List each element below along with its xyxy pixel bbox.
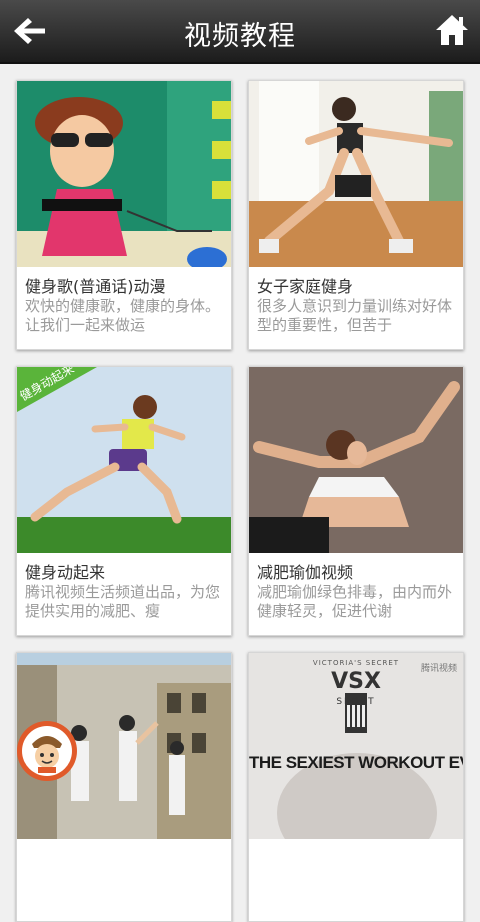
video-thumbnail [249,81,463,267]
overlay-logo: 腾讯视频 [420,664,457,674]
video-card[interactable]: 减肥瑜伽视频 减肥瑜伽绿色排毒，由内而外健康轻灵，促进代谢 [248,366,464,636]
video-thumbnail [249,367,463,553]
page-title: 视频教程 [184,21,296,52]
video-thumbnail: VICTORIA'S SECRET VSX SPORT 腾讯视频 THE SEX… [249,653,463,839]
top-bar: 视频教程 [0,0,480,64]
overlay-sub: SPORT [336,697,376,707]
video-title: 女子家庭健身 [257,277,354,296]
video-description: 腾讯视频生活频道出品，为您提供实用的减肥、瘦 [25,583,221,620]
video-card[interactable]: 健身歌(普通话)动漫 欢快的健康歌，健康的身体。让我们一起来做运 [16,80,232,350]
video-card[interactable]: 健身动起来 健身动起来 腾讯视频生活频道出品，为您提供实用的减肥、瘦 [16,366,232,636]
video-description: 减肥瑜伽绿色排毒，由内而外健康轻灵，促进代谢 [257,583,453,620]
video-card[interactable]: VICTORIA'S SECRET VSX SPORT 腾讯视频 THE SEX… [248,652,464,922]
home-button[interactable] [434,12,470,48]
assistant-avatar-button[interactable] [16,720,78,782]
video-title: 减肥瑜伽视频 [257,563,354,582]
video-title: 健身动起来 [25,563,106,582]
video-title: 健身歌(普通话)动漫 [25,277,166,296]
video-grid: 健身歌(普通话)动漫 欢快的健康歌，健康的身体。让我们一起来做运 女子家庭健身 [0,64,480,922]
video-description: 欢快的健康歌，健康的身体。让我们一起来做运 [25,297,221,334]
chef-avatar-icon [17,721,77,781]
overlay-headline: THE SEXIEST WORKOUT EVER [249,753,463,772]
video-thumbnail [17,81,231,267]
video-description: 很多人意识到力量训练对好体型的重要性，但苦于 [257,297,453,334]
home-icon [436,15,468,45]
video-thumbnail: 健身动起来 [17,367,231,553]
video-card[interactable]: 女子家庭健身 很多人意识到力量训练对好体型的重要性，但苦于 [248,80,464,350]
video-card[interactable] [16,652,232,922]
